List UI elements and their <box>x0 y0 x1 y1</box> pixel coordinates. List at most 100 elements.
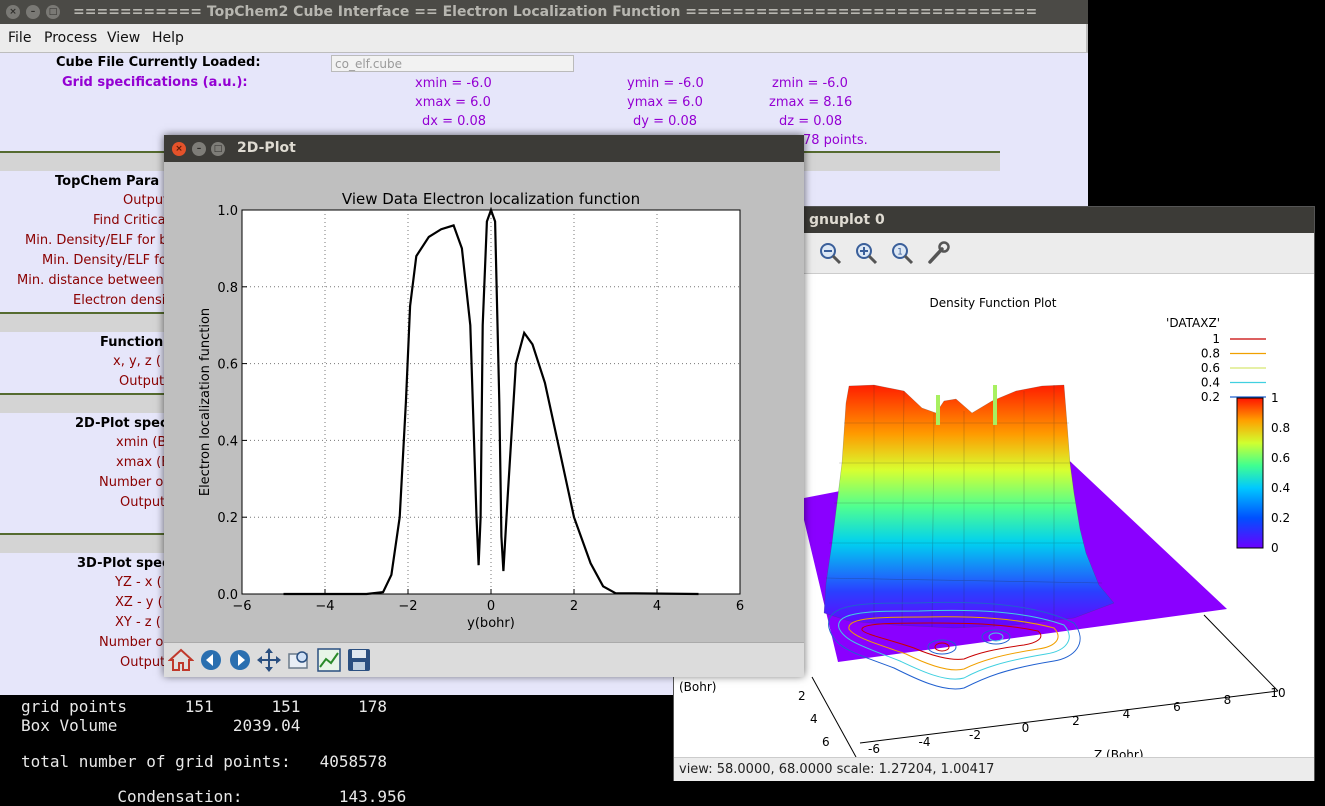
surface-plot-title: Density Function Plot <box>930 296 1057 310</box>
colorbar-tick-label: 0.4 <box>1271 481 1290 495</box>
subplots-icon[interactable] <box>316 647 342 673</box>
y-tick-label: 0.6 <box>217 358 238 373</box>
menu-help[interactable]: Help <box>152 30 184 46</box>
plot2d-label-output: Output <box>120 495 166 510</box>
axis-bottom-tick-label: 2 <box>1072 714 1080 728</box>
plot2d-label-xmin: xmin (B <box>116 435 167 450</box>
grid-ymin: ymin = -6.0 <box>627 76 704 91</box>
axis-label-left: (Bohr) <box>679 680 716 694</box>
axis-bottom-tick-label: 6 <box>1173 700 1181 714</box>
section-topchem-params: TopChem Para <box>55 174 160 189</box>
axis-bottom-tick-label: -6 <box>868 742 880 756</box>
terminal-line-condensation: Condensation: 143.956 <box>21 787 407 806</box>
axis-bottom-tick-label: -2 <box>969 728 981 742</box>
elf-line-chart[interactable]: −6 −4 −2 0 2 4 6 0.00.20.40.60.81.0 View Data … <box>164 162 804 642</box>
y-tick-label: 0.2 <box>217 511 238 526</box>
grid-zmin: zmin = -6.0 <box>772 76 848 91</box>
pan-icon[interactable] <box>256 647 282 673</box>
maximize-icon[interactable]: □ <box>46 5 60 19</box>
grid-points: 78 points. <box>803 133 868 148</box>
section-2d-plot: 2D-Plot spec <box>75 416 168 431</box>
zoom-rect-icon[interactable] <box>286 647 312 673</box>
axis-bottom-tick-label: 8 <box>1224 693 1232 707</box>
plot3d-label-yz: YZ - x ( <box>115 575 162 590</box>
y-tick-label: 0.4 <box>217 434 238 449</box>
x-tick-label: 6 <box>736 599 744 614</box>
colorbar-tick-label: 1 <box>1271 391 1279 405</box>
grid-spec-label: Grid specifications (a.u.): <box>62 75 248 90</box>
grid-xmin: xmin = -6.0 <box>415 76 492 91</box>
plot2d-window-title: 2D-Plot <box>237 140 296 156</box>
colorbar-tick-label: 0.2 <box>1271 511 1290 525</box>
param-label-min-density-f: Min. Density/ELF fo <box>42 253 167 268</box>
y-tick-label: 1.0 <box>217 204 238 219</box>
axis-label-bottom: Z (Bohr) <box>1094 748 1144 757</box>
terminal-line-box-volume: Box Volume 2039.04 <box>21 716 301 735</box>
x-tick-label: 2 <box>570 599 578 614</box>
x-axis-label: y(bohr) <box>467 616 515 631</box>
legend-label: 0.6 <box>1201 361 1220 375</box>
legend-title: 'DATAXZ' <box>1166 316 1220 330</box>
zoom-in-icon[interactable] <box>854 241 878 265</box>
y-tick-label: 0.0 <box>217 588 238 603</box>
plot3d-label-xz: XZ - y ( <box>115 595 163 610</box>
plot3d-label-number: Number o <box>99 635 164 650</box>
back-icon[interactable] <box>198 647 224 673</box>
section-3d-plot: 3D-Plot spec <box>77 556 170 571</box>
param-label-find-critical: Find Critica <box>93 213 166 228</box>
grid-xmax: xmax = 6.0 <box>415 95 491 110</box>
x-tick-label: 0 <box>487 599 495 614</box>
plot2d-titlebar[interactable]: × – □ 2D-Plot <box>164 135 804 162</box>
surface-spike <box>993 385 997 425</box>
colorbar-ticks: 1 0.8 0.6 0.4 0.2 0 <box>1271 391 1290 555</box>
axis-left-tick-label: 4 <box>810 712 818 726</box>
param-label-electron-density: Electron densi <box>73 293 166 308</box>
axis-bottom-tick-label: 10 <box>1270 686 1285 700</box>
wrench-icon[interactable] <box>926 241 950 265</box>
menubar: File Process View Help <box>0 24 1088 53</box>
svg-text:1: 1 <box>897 248 903 258</box>
menu-file[interactable]: File <box>8 30 31 46</box>
colorbar-tick-label: 0.6 <box>1271 451 1290 465</box>
forward-icon[interactable] <box>227 647 253 673</box>
x-tick-label: −4 <box>315 599 334 614</box>
legend-label: 0.2 <box>1201 390 1220 404</box>
gnuplot-window-title: gnuplot 0 <box>809 212 885 228</box>
param-label-min-distance: Min. distance between <box>17 273 164 288</box>
axis-bottom-tick-label: 4 <box>1123 707 1131 721</box>
home-icon[interactable] <box>168 647 194 673</box>
axis-left-tick-label: 6 <box>822 735 830 749</box>
zoom-out-icon[interactable] <box>818 241 842 265</box>
surface-spike <box>936 395 940 425</box>
x-tick-label: 4 <box>653 599 661 614</box>
x-tick-label: −2 <box>398 599 417 614</box>
function-label-xyz: x, y, z ( <box>113 354 161 369</box>
param-label-output: Output <box>123 193 169 208</box>
close-icon[interactable]: × <box>6 5 20 19</box>
terminal-line-grid-points: grid points 151 151 178 <box>21 697 388 716</box>
close-icon[interactable]: × <box>172 142 186 156</box>
param-label-min-density-b: Min. Density/ELF for b <box>25 233 168 248</box>
gnuplot-status-text: view: 58.0000, 68.0000 scale: 1.27204, 1… <box>679 762 995 777</box>
colorbar-tick-label: 0 <box>1271 541 1279 555</box>
menu-process[interactable]: Process <box>44 30 97 46</box>
plot2d-label-xmax: xmax (B <box>116 455 171 470</box>
grid-dy: dy = 0.08 <box>633 114 698 129</box>
minimize-icon[interactable]: – <box>192 142 206 156</box>
minimize-icon[interactable]: – <box>26 5 40 19</box>
menu-view[interactable]: View <box>107 30 140 46</box>
save-icon[interactable] <box>346 647 372 673</box>
plot3d-label-output: Output <box>120 655 166 670</box>
surface-mesh <box>823 384 1115 629</box>
maximize-icon[interactable]: □ <box>211 142 225 156</box>
terminal-line-total-points: total number of grid points: 4058578 <box>21 752 388 771</box>
axis-bottom-tick-label: 0 <box>1022 721 1030 735</box>
cube-file-field[interactable]: co_elf.cube <box>331 55 574 72</box>
grid-dz: dz = 0.08 <box>779 114 843 129</box>
cube-file-label: Cube File Currently Loaded: <box>56 55 261 70</box>
grid-dx: dx = 0.08 <box>422 114 487 129</box>
main-titlebar[interactable]: × – □ =========== TopChem2 Cube Interfac… <box>0 0 1088 24</box>
axis-left-tick-label: 2 <box>798 689 806 703</box>
axis-left-ticks: 246 <box>798 689 830 749</box>
zoom-fit-icon[interactable]: 1 <box>890 241 914 265</box>
